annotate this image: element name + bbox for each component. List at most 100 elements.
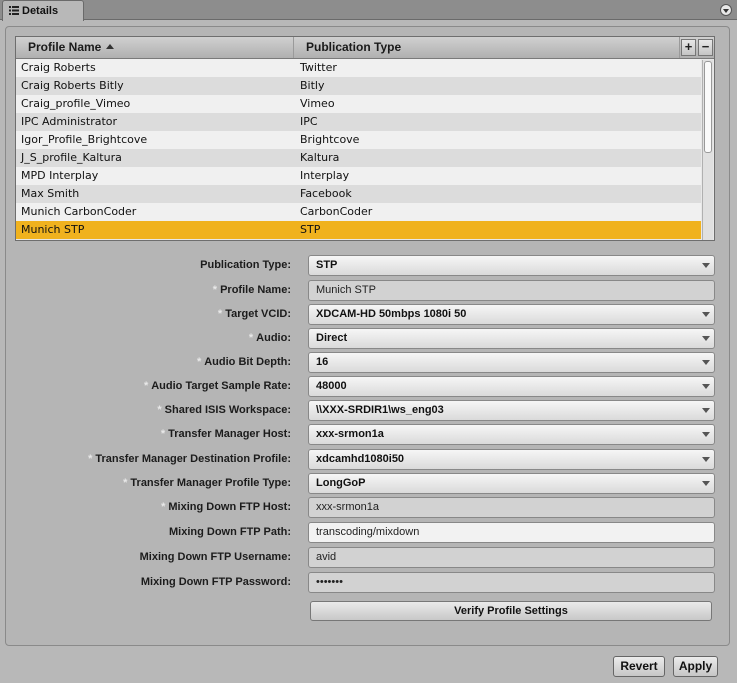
publication-type-cell: Vimeo [300, 97, 335, 110]
publication-type-cell: Interplay [300, 169, 350, 182]
tm-dest-profile-row: * Transfer Manager Destination Profile: x… [0, 449, 737, 471]
details-window: Details Profile Name Publication Type + … [0, 0, 737, 683]
audio-sample-rate-row: * Audio Target Sample Rate: 48000 [0, 376, 737, 398]
panel-menu-chevron-icon[interactable] [720, 4, 732, 16]
ftp-username-label: Mixing Down FTP Username: [139, 551, 291, 563]
dropdown-arrow-icon [702, 384, 710, 389]
ftp-path-row: Mixing Down FTP Path: transcoding/mixdow… [0, 522, 737, 544]
ftp-password-label: Mixing Down FTP Password: [140, 576, 291, 588]
ftp-password-input[interactable]: ••••••• [308, 572, 715, 593]
table-row[interactable]: J_S_profile_Kaltura Kaltura [16, 149, 701, 167]
dropdown-arrow-icon [702, 432, 710, 437]
apply-button[interactable]: Apply [673, 656, 718, 677]
sort-ascending-icon [106, 44, 115, 49]
dropdown-arrow-icon [702, 481, 710, 486]
shared-isis-select[interactable]: \\XXX-SRDIR1\ws_eng03 [308, 400, 715, 421]
dropdown-arrow-icon [702, 360, 710, 365]
dropdown-arrow-icon [702, 457, 710, 462]
column-header-publication-type[interactable]: Publication Type [294, 37, 680, 58]
column-label: Profile Name [28, 40, 102, 54]
profile-name-cell: Igor_Profile_Brightcove [21, 133, 148, 146]
publication-type-cell: Bitly [300, 79, 325, 92]
publication-type-cell: CarbonCoder [300, 205, 373, 218]
ftp-host-input[interactable]: xxx-srmon1a [308, 497, 715, 518]
audio-label: * Audio: [248, 332, 291, 344]
table-row[interactable]: Munich STP STP [16, 221, 701, 239]
table-row[interactable]: Max Smith Facebook [16, 185, 701, 203]
ftp-password-row: Mixing Down FTP Password: ••••••• [0, 572, 737, 594]
publication-type-cell: Twitter [300, 61, 337, 74]
ftp-host-row: * Mixing Down FTP Host: xxx-srmon1a [0, 497, 737, 519]
table-scrollbar[interactable] [702, 60, 713, 240]
profile-name-cell: Craig_profile_Vimeo [21, 97, 131, 110]
audio-sample-rate-label: * Audio Target Sample Rate: [143, 380, 291, 392]
revert-button[interactable]: Revert [613, 656, 665, 677]
audio-bit-depth-select[interactable]: 16 [308, 352, 715, 373]
publication-type-cell: Facebook [300, 187, 352, 200]
ftp-path-input[interactable]: transcoding/mixdown [308, 522, 715, 543]
tm-host-select[interactable]: xxx-srmon1a [308, 424, 715, 445]
ftp-username-row: Mixing Down FTP Username: avid [0, 547, 737, 569]
profiles-table: Profile Name Publication Type + − Craig … [15, 36, 715, 241]
dropdown-arrow-icon [702, 408, 710, 413]
publication-type-cell: Brightcove [300, 133, 360, 146]
tab-label: Details [22, 5, 59, 17]
remove-profile-button[interactable]: − [698, 39, 713, 56]
profile-name-cell: Munich STP [21, 223, 85, 236]
tm-dest-profile-select[interactable]: xdcamhd1080i50 [308, 449, 715, 470]
audio-bit-depth-label: * Audio Bit Depth: [196, 356, 291, 368]
publication-type-cell: IPC [300, 115, 318, 128]
audio-sample-rate-select[interactable]: 48000 [308, 376, 715, 397]
dropdown-arrow-icon [702, 263, 710, 268]
audio-select[interactable]: Direct [308, 328, 715, 349]
profile-name-cell: MPD Interplay [21, 169, 99, 182]
publication-type-cell: Kaltura [300, 151, 340, 164]
tm-dest-profile-label: * Transfer Manager Destination Profile: [88, 453, 291, 465]
table-row[interactable]: Igor_Profile_Brightcove Brightcove [16, 131, 701, 149]
profile-name-row: * Profile Name: Munich STP [0, 280, 737, 302]
publication-type-cell: STP [300, 223, 321, 236]
publication-type-select[interactable]: STP [308, 255, 715, 276]
table-row[interactable]: MPD Interplay Interplay [16, 167, 701, 185]
shared-isis-row: * Shared ISIS Workspace: \\XXX-SRDIR1\ws_… [0, 400, 737, 422]
publication-type-row: Publication Type: STP [0, 255, 737, 277]
column-header-profile-name[interactable]: Profile Name [16, 37, 294, 58]
tab-bar: Details [0, 0, 737, 21]
verify-profile-settings-button[interactable]: Verify Profile Settings [310, 601, 712, 621]
publication-type-label: Publication Type: [200, 259, 291, 271]
table-row[interactable]: Craig Roberts Bitly Bitly [16, 77, 701, 95]
dropdown-arrow-icon [702, 336, 710, 341]
column-label: Publication Type [306, 40, 402, 54]
profile-name-cell: Craig Roberts Bitly [21, 79, 124, 92]
tm-host-row: * Transfer Manager Host: xxx-srmon1a [0, 424, 737, 446]
table-body: Craig Roberts Twitter Craig Roberts Bitly B… [16, 59, 701, 240]
table-row[interactable]: Munich CarbonCoder CarbonCoder [16, 203, 701, 221]
tm-profile-type-row: * Transfer Manager Profile Type: LongGoP [0, 473, 737, 495]
tm-profile-type-label: * Transfer Manager Profile Type: [123, 477, 291, 489]
table-row[interactable]: Craig Roberts Twitter [16, 59, 701, 77]
add-profile-button[interactable]: + [681, 39, 696, 56]
ftp-path-label: Mixing Down FTP Path: [168, 526, 291, 538]
profile-name-cell: Craig Roberts [21, 61, 96, 74]
tm-host-label: * Transfer Manager Host: [160, 428, 291, 440]
audio-row: * Audio: Direct [0, 328, 737, 350]
table-row[interactable]: IPC Administrator IPC [16, 113, 701, 131]
scrollbar-thumb[interactable] [704, 61, 712, 153]
ftp-host-label: * Mixing Down FTP Host: [161, 501, 291, 513]
table-row[interactable]: Craig_profile_Vimeo Vimeo [16, 95, 701, 113]
ftp-username-input[interactable]: avid [308, 547, 715, 568]
tab-details[interactable]: Details [2, 0, 84, 21]
target-vcid-select[interactable]: XDCAM-HD 50mbps 1080i 50 [308, 304, 715, 325]
target-vcid-row: * Target VCID: XDCAM-HD 50mbps 1080i 50 [0, 304, 737, 326]
tm-profile-type-select[interactable]: LongGoP [308, 473, 715, 494]
list-icon [9, 6, 19, 15]
target-vcid-label: * Target VCID: [217, 308, 291, 320]
profile-name-cell: Max Smith [21, 187, 80, 200]
shared-isis-label: * Shared ISIS Workspace: [157, 404, 291, 416]
profile-name-cell: IPC Administrator [21, 115, 118, 128]
profile-name-label: * Profile Name: [212, 284, 291, 296]
profile-name-cell: Munich CarbonCoder [21, 205, 137, 218]
table-header: Profile Name Publication Type + − [16, 37, 714, 59]
audio-bit-depth-row: * Audio Bit Depth: 16 [0, 352, 737, 374]
profile-name-input[interactable]: Munich STP [308, 280, 715, 301]
